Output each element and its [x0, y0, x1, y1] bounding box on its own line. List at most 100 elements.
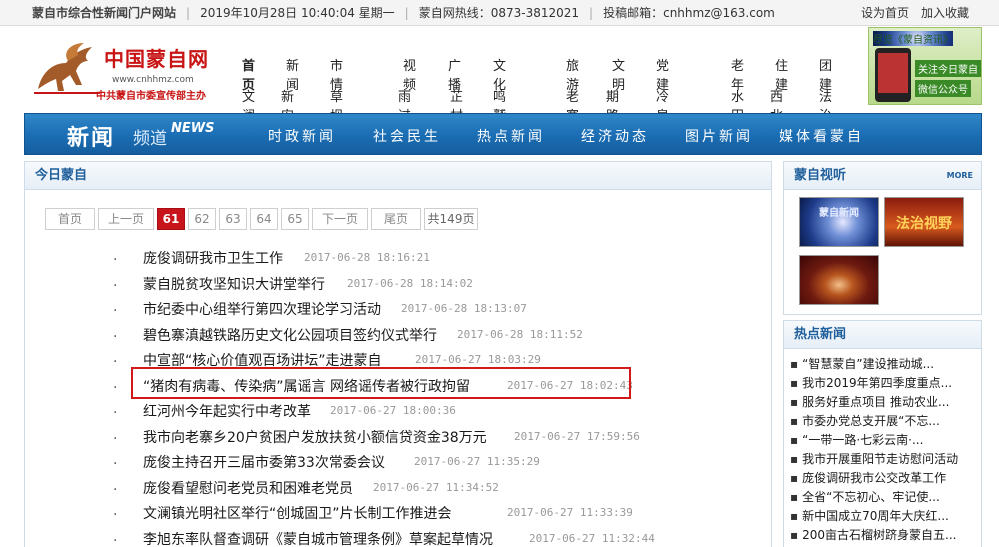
- video-thumbnail[interactable]: 蒙自新闻: [799, 197, 879, 247]
- article-time: 2017-06-27 17:59:56: [514, 429, 640, 443]
- bullet-icon: ·: [113, 328, 118, 345]
- channel-tab-livelihood[interactable]: 社会民生: [373, 126, 441, 146]
- page-63-button[interactable]: 63: [219, 208, 247, 230]
- page-first-button[interactable]: 首页: [45, 208, 95, 230]
- list-item[interactable]: ▪ 200亩古石榴树跻身蒙自五...: [790, 526, 976, 543]
- set-home-link[interactable]: 设为首页: [861, 4, 909, 21]
- article-title[interactable]: 庞俊调研我市卫生工作: [143, 248, 283, 268]
- bullet-icon: ▪: [790, 395, 799, 409]
- list-item[interactable]: ▪ 全省“不忘初心、牢记使...: [790, 488, 976, 505]
- list-item: · 碧色寨滇越铁路历史文化公园项目签约仪式举行 2017-06-28 18:11…: [25, 322, 745, 346]
- article-title[interactable]: 蒙自脱贫攻坚知识大讲堂举行: [143, 274, 325, 294]
- list-item: · 庞俊调研我市卫生工作 2017-06-28 18:16:21: [25, 245, 745, 269]
- list-item: · 市纪委中心组举行第四次理论学习活动 2017-06-28 18:13:07: [25, 296, 745, 320]
- hot-news-title: 庞俊调研我市公交改革工作: [802, 471, 947, 485]
- list-item: · 蒙自脱贫攻坚知识大讲堂举行 2017-06-28 18:14:02: [25, 271, 745, 295]
- channel-tab-politics[interactable]: 时政新闻: [268, 126, 336, 146]
- article-title[interactable]: 我市向老寨乡20户贫困户发放扶贫小额信贷资金38万元: [143, 427, 487, 447]
- site-logo[interactable]: 中国蒙自网 www.cnhhmz.com 中共蒙自市委宣传部主办: [32, 37, 212, 102]
- thumb-label: 蒙自新闻: [819, 208, 859, 219]
- ad-line-2: 关注今日蒙自: [915, 60, 981, 77]
- channel-tab-media[interactable]: 媒体看蒙自: [779, 126, 864, 146]
- list-item[interactable]: ▪ 服务好重点项目 推动农业...: [790, 393, 976, 410]
- horse-logo-icon: [34, 43, 100, 94]
- bullet-icon: ·: [113, 456, 118, 472]
- page-65-button[interactable]: 65: [281, 208, 309, 230]
- list-item[interactable]: ▪ 庞俊调研我市公交改革工作: [790, 469, 976, 486]
- list-item: · 我市向老寨乡20户贫困户发放扶贫小额信贷资金38万元 2017-06-27 …: [25, 424, 745, 448]
- article-title[interactable]: 庞俊看望慰问老党员和困难老党员: [143, 478, 353, 498]
- hot-news-title: 我市2019年第四季度重点...: [802, 376, 953, 390]
- page-next-button[interactable]: 下一页: [312, 208, 368, 230]
- top-bar: 蒙自市综合性新闻门户网站 | 2019年10月28日 10:40:04 星期一 …: [0, 0, 999, 26]
- page-prev-button[interactable]: 上一页: [98, 208, 154, 230]
- phone-icon: [875, 48, 911, 102]
- bullet-icon: ·: [113, 430, 118, 447]
- bullet-icon: ▪: [790, 490, 799, 504]
- article-time: 2017-06-28 18:16:21: [304, 251, 430, 264]
- wechat-ad-banner[interactable]: 尽览《蒙自资讯》 关注今日蒙自 微信公众号: [868, 27, 982, 105]
- list-item: · 庞俊主持召开三届市委第33次常委会议 2017-06-27 11:35:29: [25, 449, 745, 473]
- hot-news-title: 全省“不忘初心、牢记使...: [802, 490, 940, 504]
- article-title[interactable]: 市纪委中心组举行第四次理论学习活动: [143, 299, 381, 319]
- list-item: · 庞俊看望慰问老党员和困难老党员 2017-06-27 11:34:52: [25, 475, 745, 499]
- channel-tab-photo[interactable]: 图片新闻: [685, 126, 753, 146]
- list-item[interactable]: ▪ “一带一路·七彩云南·...: [790, 431, 976, 448]
- bullet-icon: ▪: [790, 452, 799, 466]
- header: 中国蒙自网 www.cnhhmz.com 中共蒙自市委宣传部主办 首页 新闻 市…: [0, 27, 999, 143]
- bullet-icon: ▪: [790, 357, 799, 371]
- bullet-icon: ▪: [790, 509, 799, 523]
- article-time: 2017-06-27 11:35:29: [414, 455, 540, 468]
- article-time: 2017-06-28 18:14:02: [347, 276, 473, 290]
- bullet-icon: ·: [113, 303, 118, 319]
- bullet-icon: ·: [113, 532, 118, 547]
- page-62-button[interactable]: 62: [188, 208, 216, 230]
- article-time: 2017-06-28 18:11:52: [457, 327, 583, 341]
- page-61-button[interactable]: 61: [157, 208, 185, 230]
- bullet-icon: ·: [113, 405, 118, 421]
- bullet-icon: ▪: [790, 376, 799, 390]
- article-title[interactable]: 文澜镇光明社区举行“创城固卫”片长制工作推进会: [143, 503, 452, 523]
- article-title[interactable]: 庞俊主持召开三届市委第33次常委会议: [143, 452, 385, 472]
- video-thumbnail[interactable]: [799, 255, 879, 305]
- site-name: 蒙自市综合性新闻门户网站: [32, 6, 177, 20]
- video-panel: 蒙自视听 MORE 蒙自新闻 法治视野: [783, 161, 982, 315]
- bullet-icon: ▪: [790, 528, 799, 542]
- logo-name: 中国蒙自网: [104, 47, 209, 71]
- channel-news-en: NEWS: [171, 121, 215, 136]
- hot-news-title: “智慧蒙自”建设推动城...: [802, 357, 935, 371]
- video-thumbnail[interactable]: 法治视野: [884, 197, 964, 247]
- article-title[interactable]: 红河州今年起实行中考改革: [143, 401, 311, 421]
- list-item[interactable]: ▪ 新中国成立70周年大庆红...: [790, 507, 976, 524]
- list-item[interactable]: ▪ 我市开展重阳节走访慰问活动: [790, 450, 976, 467]
- list-item[interactable]: ▪ “智慧蒙自”建设推动城...: [790, 355, 976, 372]
- article-time: 2017-06-27 11:33:39: [507, 506, 633, 519]
- bullet-icon: ·: [113, 354, 118, 370]
- today-mengzi-panel: 今日蒙自 首页 上一页 61 62 63 64 65 下一页 尾页 共149页 …: [24, 161, 772, 547]
- article-time: 2017-06-27 11:32:44: [529, 531, 655, 545]
- bullet-icon: ·: [113, 277, 118, 294]
- list-item[interactable]: ▪ 我市2019年第四季度重点...: [790, 374, 976, 391]
- page-total: 共149页: [424, 208, 478, 230]
- bullet-icon: ·: [113, 481, 118, 498]
- more-link[interactable]: MORE: [947, 162, 973, 190]
- add-favorite-link[interactable]: 加入收藏: [921, 4, 969, 21]
- channel-title: 新闻: [67, 126, 116, 151]
- list-item[interactable]: ▪ 市委办党总支开展“不忘...: [790, 412, 976, 429]
- channel-tab-hot[interactable]: 热点新闻: [477, 126, 545, 146]
- hot-news-title: 服务好重点项目 推动农业...: [802, 395, 950, 409]
- page-64-button[interactable]: 64: [250, 208, 278, 230]
- article-time: 2017-06-27 18:00:36: [330, 404, 456, 417]
- list-item: · 李旭东率队督查调研《蒙自城市管理条例》草案起草情况 2017-06-27 1…: [25, 526, 745, 547]
- article-title[interactable]: 碧色寨滇越铁路历史文化公园项目签约仪式举行: [143, 325, 437, 345]
- hot-news-title: 200亩古石榴树跻身蒙自五...: [802, 528, 957, 542]
- panel-heading: 今日蒙自: [25, 162, 771, 190]
- channel-pindao: 频道: [133, 129, 167, 149]
- page-last-button[interactable]: 尾页: [371, 208, 421, 230]
- list-item: · 文澜镇光明社区举行“创城固卫”片长制工作推进会 2017-06-27 11:…: [25, 500, 745, 524]
- channel-tab-economy[interactable]: 经济动态: [581, 126, 649, 146]
- bullet-icon: ▪: [790, 433, 799, 447]
- logo-sub: 中共蒙自市委宣传部主办: [96, 91, 206, 102]
- article-title[interactable]: 李旭东率队督查调研《蒙自城市管理条例》草案起草情况: [143, 529, 493, 547]
- hot-news-title: 新中国成立70周年大庆红...: [802, 509, 949, 523]
